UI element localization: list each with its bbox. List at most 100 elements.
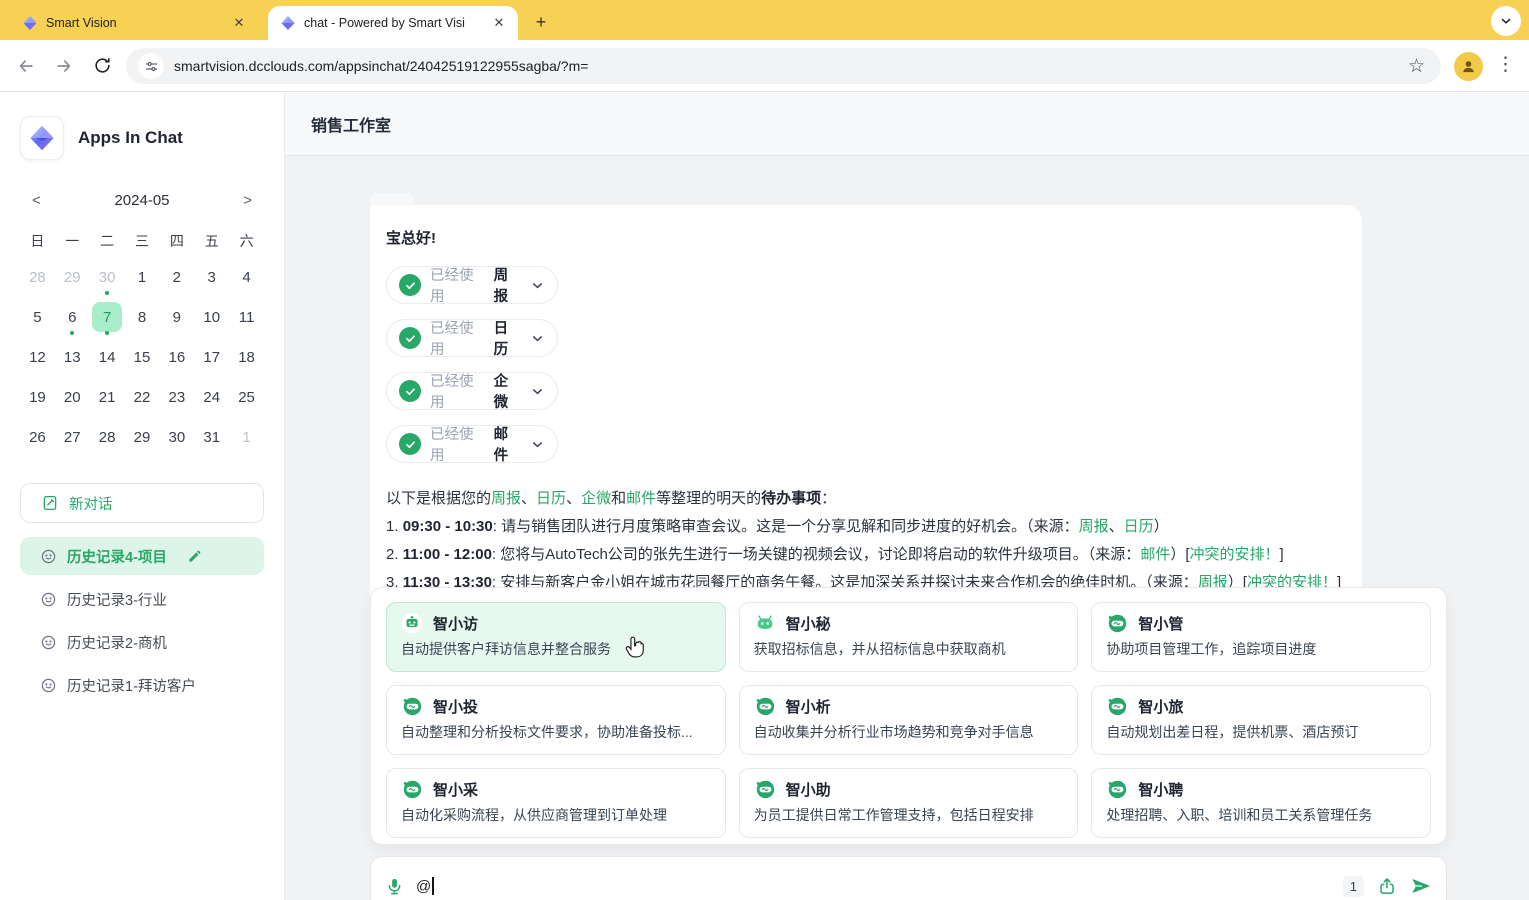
calendar-day[interactable]: 25 [229,377,264,417]
calendar-day[interactable]: 12 [20,337,55,377]
calendar-day[interactable]: 27 [55,417,90,457]
close-icon[interactable]: ✕ [230,14,248,32]
calendar-day[interactable]: 29 [125,417,160,457]
used-tools-list: 已经使用 周报 已经使用 日历 已经使用 企微 已经使用 邮件 [386,266,1346,463]
calendar-day[interactable]: 21 [90,377,125,417]
message-input[interactable]: @ 1 [370,856,1447,900]
used-tool-pill[interactable]: 已经使用 日历 [386,319,558,357]
history-item[interactable]: 历史记录1-拜访客户 [20,666,264,704]
history-item[interactable]: 历史记录2-商机 [20,623,264,661]
calendar-day[interactable]: 28 [20,257,55,297]
calendar-day[interactable]: 19 [20,377,55,417]
calendar-day[interactable]: 30 [159,417,194,457]
close-icon[interactable]: ✕ [490,14,508,32]
assistant-message: 宝总好! 已经使用 周报 已经使用 日历 已经使用 企微 已经使用 [370,205,1362,625]
source-link[interactable]: 周报 [1079,518,1109,535]
calendar-day[interactable]: 30 [90,257,125,297]
calendar-day[interactable]: 23 [159,377,194,417]
calendar-day[interactable]: 8 [125,297,160,337]
calendar-day[interactable]: 24 [194,377,229,417]
tab-search-icon[interactable] [1491,6,1521,36]
chevron-down-icon[interactable] [530,278,545,293]
mic-icon[interactable] [385,877,404,896]
calendar-day[interactable]: 26 [20,417,55,457]
history-item[interactable]: 历史记录3-行业 [20,580,264,618]
forward-icon[interactable] [52,54,76,78]
agent-description: 处理招聘、入职、培训和员工关系管理任务 [1106,805,1416,825]
event-dot [70,331,74,335]
tab-chat[interactable]: chat - Powered by Smart Visi ✕ [268,6,518,40]
prev-month-icon[interactable]: < [26,190,47,211]
chevron-down-icon[interactable] [530,437,545,452]
calendar-day[interactable]: 20 [55,377,90,417]
calendar-day[interactable]: 1 [229,417,264,457]
source-link[interactable]: 日历 [536,490,566,507]
source-link[interactable]: 冲突的安排！ [1190,546,1280,563]
calendar-day[interactable]: 10 [194,297,229,337]
next-month-icon[interactable]: > [237,190,258,211]
chat-history-icon [40,548,57,565]
agent-card[interactable]: 智小聘 处理招聘、入职、培训和员工关系管理任务 [1091,768,1431,838]
calendar-day[interactable]: 18 [229,337,264,377]
agent-card[interactable]: 智小析 自动收集并分析行业市场趋势和竞争对手信息 [739,685,1079,755]
agent-card[interactable]: 智小旅 自动规划出差日程，提供机票、酒店预订 [1091,685,1431,755]
chevron-down-icon[interactable] [530,384,545,399]
calendar-day[interactable]: 11 [229,297,264,337]
edit-pencil-icon[interactable] [187,548,203,564]
source-link[interactable]: 邮件 [1140,546,1170,563]
calendar-day[interactable]: 3 [194,257,229,297]
agent-card[interactable]: 智小采 自动化采购流程，从供应商管理到订单处理 [386,768,726,838]
calendar-day[interactable]: 4 [229,257,264,297]
url-bar[interactable]: smartvision.dcclouds.com/appsinchat/2404… [126,48,1441,84]
bookmark-star-icon[interactable]: ☆ [1404,55,1429,78]
calendar-day[interactable]: 9 [159,297,194,337]
chat-history-icon [40,634,57,651]
calendar-day[interactable]: 16 [159,337,194,377]
calendar-day[interactable]: 6 [55,297,90,337]
pill-prefix: 已经使用 [430,370,485,412]
calendar-day[interactable]: 28 [90,417,125,457]
used-tool-pill[interactable]: 已经使用 邮件 [386,425,558,463]
site-settings-icon[interactable] [138,53,164,79]
menu-dots-icon[interactable]: ⋮ [1496,53,1515,76]
pill-tool-name: 邮件 [494,423,521,465]
calendar-day[interactable]: 5 [20,297,55,337]
calendar-day[interactable]: 29 [55,257,90,297]
calendar-day[interactable]: 14 [90,337,125,377]
profile-avatar[interactable] [1454,52,1483,81]
agent-card[interactable]: 智小秘 获取招标信息，并从招标信息中获取商机 [739,602,1079,672]
calendar-day[interactable]: 17 [194,337,229,377]
calendar-day[interactable]: 31 [194,417,229,457]
history-item[interactable]: 历史记录4-项目 [20,537,264,575]
sidebar: Apps In Chat < 2024-05 > 日一二三四五六 2829301… [0,92,285,900]
tab-smart-vision[interactable]: Smart Vision ✕ [10,6,258,40]
send-icon[interactable] [1410,875,1432,897]
source-link[interactable]: 周报 [491,490,521,507]
calendar-day[interactable]: 13 [55,337,90,377]
diamond-logo-icon [280,15,296,31]
used-tool-pill[interactable]: 已经使用 周报 [386,266,558,304]
agent-card[interactable]: 智小访 自动提供客户拜访信息并整合服务 [386,602,726,672]
agent-card[interactable]: 智小管 协助项目管理工作，追踪项目进度 [1091,602,1431,672]
chevron-down-icon[interactable] [530,331,545,346]
agent-card[interactable]: 智小投 自动整理和分析投标文件要求，协助准备投标... [386,685,726,755]
calendar-day[interactable]: 22 [125,377,160,417]
agent-card[interactable]: 智小助 为员工提供日常工作管理支持，包括日程安排 [739,768,1079,838]
calendar-day[interactable]: 2 [159,257,194,297]
back-icon[interactable] [14,54,38,78]
reload-icon[interactable] [90,54,114,78]
agent-name: 智小管 [1138,613,1183,634]
calendar-day[interactable]: 15 [125,337,160,377]
agent-name: 智小秘 [786,613,831,634]
source-link[interactable]: 企微 [581,490,611,507]
calendar-day[interactable]: 7 [90,297,125,337]
used-tool-pill[interactable]: 已经使用 企微 [386,372,558,410]
source-link[interactable]: 日历 [1124,518,1154,535]
browser-tab-strip: Smart Vision ✕ chat - Powered by Smart V… [0,0,1529,40]
history-list: 历史记录4-项目 历史记录3-行业 历史记录2-商机 历史记录1-拜访客户 [20,537,264,704]
new-tab-icon[interactable]: + [528,9,554,35]
new-chat-button[interactable]: 新对话 [20,483,264,523]
source-link[interactable]: 邮件 [626,490,656,507]
upload-icon[interactable] [1377,876,1397,896]
calendar-day[interactable]: 1 [125,257,160,297]
